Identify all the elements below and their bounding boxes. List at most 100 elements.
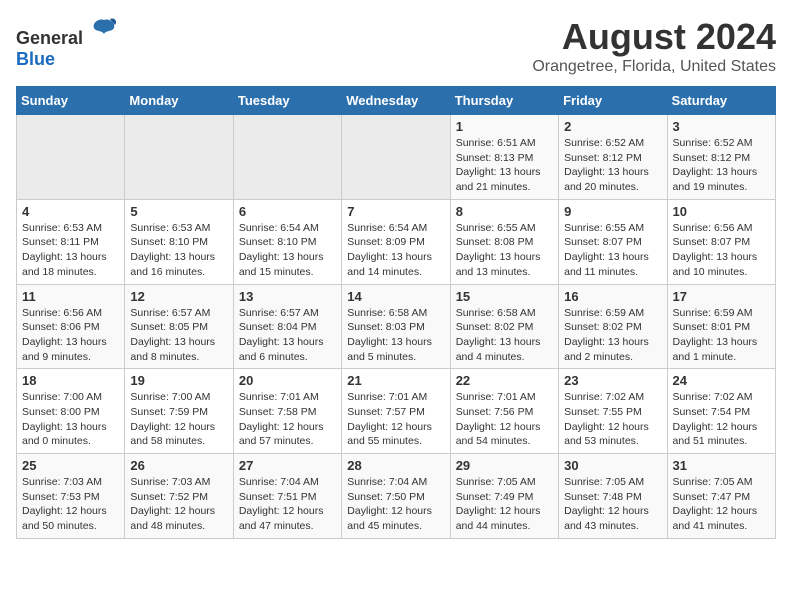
day-number: 21	[347, 373, 444, 388]
day-info: Sunrise: 7:05 AMSunset: 7:48 PMDaylight:…	[564, 475, 661, 534]
calendar-header: SundayMondayTuesdayWednesdayThursdayFrid…	[17, 87, 776, 115]
day-number: 16	[564, 289, 661, 304]
header-thursday: Thursday	[450, 87, 558, 115]
day-info: Sunrise: 6:57 AMSunset: 8:04 PMDaylight:…	[239, 306, 336, 365]
day-info: Sunrise: 7:05 AMSunset: 7:47 PMDaylight:…	[673, 475, 770, 534]
calendar-cell	[233, 115, 341, 200]
day-info: Sunrise: 6:56 AMSunset: 8:07 PMDaylight:…	[673, 221, 770, 280]
week-row-2: 4 Sunrise: 6:53 AMSunset: 8:11 PMDaylight…	[17, 199, 776, 284]
day-number: 24	[673, 373, 770, 388]
calendar-cell: 20 Sunrise: 7:01 AMSunset: 7:58 PMDayligh…	[233, 369, 341, 454]
day-info: Sunrise: 6:53 AMSunset: 8:11 PMDaylight:…	[22, 221, 119, 280]
calendar-cell	[125, 115, 233, 200]
calendar-cell: 22 Sunrise: 7:01 AMSunset: 7:56 PMDayligh…	[450, 369, 558, 454]
day-number: 11	[22, 289, 119, 304]
day-number: 4	[22, 204, 119, 219]
calendar-cell: 28 Sunrise: 7:04 AMSunset: 7:50 PMDayligh…	[342, 454, 450, 539]
logo: General Blue	[16, 16, 118, 70]
day-number: 15	[456, 289, 553, 304]
day-info: Sunrise: 6:58 AMSunset: 8:02 PMDaylight:…	[456, 306, 553, 365]
calendar-table: SundayMondayTuesdayWednesdayThursdayFrid…	[16, 86, 776, 539]
day-number: 25	[22, 458, 119, 473]
header-monday: Monday	[125, 87, 233, 115]
day-number: 2	[564, 119, 661, 134]
main-title: August 2024	[532, 16, 776, 58]
logo-text: General Blue	[16, 16, 118, 70]
day-info: Sunrise: 6:53 AMSunset: 8:10 PMDaylight:…	[130, 221, 227, 280]
day-info: Sunrise: 6:58 AMSunset: 8:03 PMDaylight:…	[347, 306, 444, 365]
calendar-cell: 30 Sunrise: 7:05 AMSunset: 7:48 PMDayligh…	[559, 454, 667, 539]
calendar-cell: 21 Sunrise: 7:01 AMSunset: 7:57 PMDayligh…	[342, 369, 450, 454]
week-row-3: 11 Sunrise: 6:56 AMSunset: 8:06 PMDayligh…	[17, 284, 776, 369]
day-info: Sunrise: 7:01 AMSunset: 7:56 PMDaylight:…	[456, 390, 553, 449]
day-number: 3	[673, 119, 770, 134]
calendar-cell: 24 Sunrise: 7:02 AMSunset: 7:54 PMDayligh…	[667, 369, 775, 454]
day-info: Sunrise: 6:54 AMSunset: 8:10 PMDaylight:…	[239, 221, 336, 280]
day-number: 30	[564, 458, 661, 473]
calendar-cell: 5Sunrise: 6:53 AMSunset: 8:10 PMDaylight…	[125, 199, 233, 284]
calendar-cell: 16 Sunrise: 6:59 AMSunset: 8:02 PMDayligh…	[559, 284, 667, 369]
day-info: Sunrise: 7:05 AMSunset: 7:49 PMDaylight:…	[456, 475, 553, 534]
day-number: 28	[347, 458, 444, 473]
day-info: Sunrise: 7:04 AMSunset: 7:50 PMDaylight:…	[347, 475, 444, 534]
day-number: 31	[673, 458, 770, 473]
calendar-cell: 1 Sunrise: 6:51 AMSunset: 8:13 PMDaylight…	[450, 115, 558, 200]
day-info: Sunrise: 6:51 AMSunset: 8:13 PMDaylight:…	[456, 136, 553, 195]
day-info: Sunrise: 6:56 AMSunset: 8:06 PMDaylight:…	[22, 306, 119, 365]
day-number: 9	[564, 204, 661, 219]
calendar-cell	[17, 115, 125, 200]
day-info: Sunrise: 6:55 AMSunset: 8:07 PMDaylight:…	[564, 221, 661, 280]
day-number: 18	[22, 373, 119, 388]
calendar-cell: 19Sunrise: 7:00 AMSunset: 7:59 PMDayligh…	[125, 369, 233, 454]
day-number: 14	[347, 289, 444, 304]
day-info: Sunrise: 7:01 AMSunset: 7:58 PMDaylight:…	[239, 390, 336, 449]
logo-blue: Blue	[16, 49, 55, 69]
calendar-cell: 17Sunrise: 6:59 AMSunset: 8:01 PMDayligh…	[667, 284, 775, 369]
day-info: Sunrise: 6:57 AMSunset: 8:05 PMDaylight:…	[130, 306, 227, 365]
day-number: 27	[239, 458, 336, 473]
day-number: 6	[239, 204, 336, 219]
day-info: Sunrise: 7:00 AMSunset: 7:59 PMDaylight:…	[130, 390, 227, 449]
day-info: Sunrise: 7:01 AMSunset: 7:57 PMDaylight:…	[347, 390, 444, 449]
header-friday: Friday	[559, 87, 667, 115]
calendar-cell	[342, 115, 450, 200]
title-block: August 2024 Orangetree, Florida, United …	[532, 16, 776, 76]
day-number: 22	[456, 373, 553, 388]
header-tuesday: Tuesday	[233, 87, 341, 115]
day-info: Sunrise: 7:03 AMSunset: 7:53 PMDaylight:…	[22, 475, 119, 534]
calendar-cell: 27Sunrise: 7:04 AMSunset: 7:51 PMDayligh…	[233, 454, 341, 539]
day-number: 7	[347, 204, 444, 219]
calendar-cell: 10 Sunrise: 6:56 AMSunset: 8:07 PMDayligh…	[667, 199, 775, 284]
calendar-cell: 7 Sunrise: 6:54 AMSunset: 8:09 PMDaylight…	[342, 199, 450, 284]
day-number: 13	[239, 289, 336, 304]
day-info: Sunrise: 7:00 AMSunset: 8:00 PMDaylight:…	[22, 390, 119, 449]
day-number: 10	[673, 204, 770, 219]
day-number: 1	[456, 119, 553, 134]
day-info: Sunrise: 6:59 AMSunset: 8:02 PMDaylight:…	[564, 306, 661, 365]
week-row-5: 25 Sunrise: 7:03 AMSunset: 7:53 PMDayligh…	[17, 454, 776, 539]
calendar-cell: 25 Sunrise: 7:03 AMSunset: 7:53 PMDayligh…	[17, 454, 125, 539]
subtitle: Orangetree, Florida, United States	[532, 58, 776, 76]
calendar-cell: 29Sunrise: 7:05 AMSunset: 7:49 PMDayligh…	[450, 454, 558, 539]
day-number: 23	[564, 373, 661, 388]
page-header: General Blue August 2024 Orangetree, Flo…	[16, 16, 776, 76]
header-saturday: Saturday	[667, 87, 775, 115]
day-number: 8	[456, 204, 553, 219]
logo-bird-icon	[90, 16, 118, 44]
calendar-cell: 15 Sunrise: 6:58 AMSunset: 8:02 PMDayligh…	[450, 284, 558, 369]
logo-general: General	[16, 28, 83, 48]
calendar-cell: 2 Sunrise: 6:52 AMSunset: 8:12 PMDaylight…	[559, 115, 667, 200]
week-row-4: 18 Sunrise: 7:00 AMSunset: 8:00 PMDayligh…	[17, 369, 776, 454]
header-row: SundayMondayTuesdayWednesdayThursdayFrid…	[17, 87, 776, 115]
day-info: Sunrise: 6:52 AMSunset: 8:12 PMDaylight:…	[564, 136, 661, 195]
day-info: Sunrise: 7:02 AMSunset: 7:54 PMDaylight:…	[673, 390, 770, 449]
day-number: 20	[239, 373, 336, 388]
day-number: 26	[130, 458, 227, 473]
day-info: Sunrise: 6:54 AMSunset: 8:09 PMDaylight:…	[347, 221, 444, 280]
header-wednesday: Wednesday	[342, 87, 450, 115]
day-info: Sunrise: 7:02 AMSunset: 7:55 PMDaylight:…	[564, 390, 661, 449]
day-info: Sunrise: 6:55 AMSunset: 8:08 PMDaylight:…	[456, 221, 553, 280]
calendar-cell: 3Sunrise: 6:52 AMSunset: 8:12 PMDaylight…	[667, 115, 775, 200]
day-info: Sunrise: 7:03 AMSunset: 7:52 PMDaylight:…	[130, 475, 227, 534]
calendar-cell: 12Sunrise: 6:57 AMSunset: 8:05 PMDayligh…	[125, 284, 233, 369]
